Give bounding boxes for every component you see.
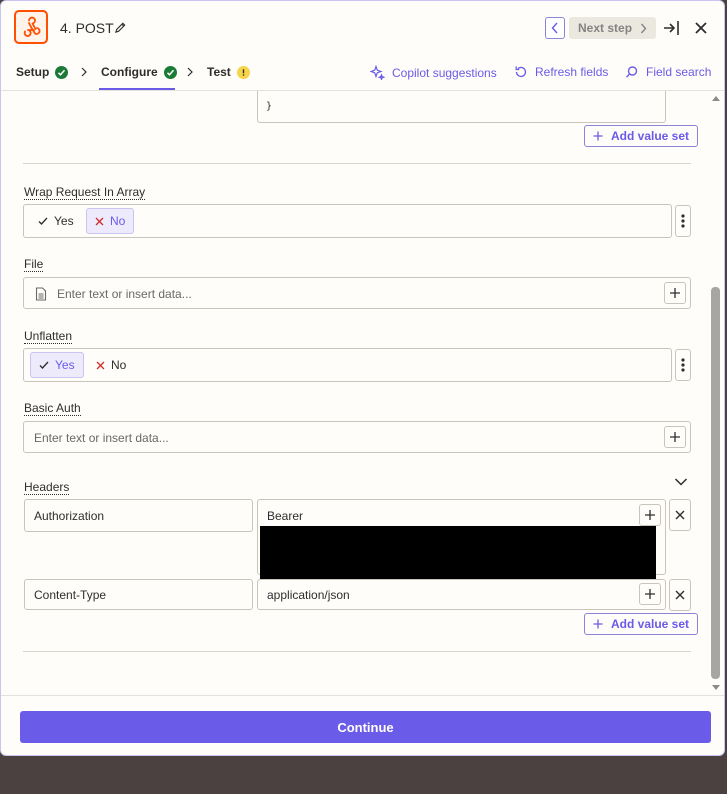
chevron-right-icon (640, 23, 647, 34)
x-icon (96, 361, 105, 369)
webhook-icon (23, 16, 41, 37)
tab-label: Configure (101, 65, 158, 79)
unflatten-more-options-button[interactable] (675, 349, 691, 381)
remove-header-button[interactable] (669, 499, 691, 531)
previous-step-button[interactable] (545, 17, 565, 39)
chevron-left-icon (551, 22, 558, 34)
webhook-app-logo (14, 10, 48, 44)
file-icon (35, 287, 47, 301)
tab-setup[interactable]: Setup (16, 65, 69, 79)
chevron-down-icon[interactable] (674, 477, 688, 487)
check-circle-icon (55, 65, 69, 79)
tab-label: Setup (16, 65, 50, 79)
section-divider (23, 163, 691, 164)
option-label: Yes (55, 358, 75, 372)
refresh-icon (515, 66, 527, 78)
header-value-insert-data-button[interactable] (639, 583, 661, 605)
header-key-value: Authorization (34, 509, 105, 523)
sparkle-icon (370, 65, 385, 80)
step-tabs: Setup Configure Test Copilot suggestions (1, 55, 724, 91)
add-value-set-label: Add value set (611, 129, 690, 143)
wrap-request-toggle-group: Yes No (23, 204, 672, 238)
remove-header-button[interactable] (669, 579, 691, 611)
refresh-fields-button[interactable]: Refresh fields (514, 65, 608, 79)
field-label: File (24, 257, 44, 272)
next-step-button[interactable]: Next step (569, 17, 656, 39)
field-label: Wrap Request In Array (24, 185, 146, 200)
add-value-set-button[interactable]: Add value set (584, 613, 699, 635)
close-icon (675, 590, 685, 600)
plus-icon (645, 589, 655, 599)
pencil-edit-icon[interactable] (114, 21, 127, 34)
warning-icon (236, 65, 250, 79)
unflatten-yes-option[interactable]: Yes (30, 352, 84, 378)
header-value-text: Bearer (267, 509, 304, 523)
add-value-set-button[interactable]: Add value set (584, 125, 699, 147)
panel-footer: Continue (1, 695, 724, 755)
header-key-value: Content-Type (34, 588, 107, 602)
file-insert-data-button[interactable] (664, 282, 686, 304)
plus-icon (670, 432, 680, 442)
close-icon[interactable] (693, 20, 709, 36)
continue-button[interactable]: Continue (20, 711, 711, 743)
chevron-right-icon (81, 67, 87, 77)
kebab-menu-icon (681, 358, 685, 372)
plus-icon (593, 131, 603, 141)
section-divider (23, 651, 691, 652)
check-icon (38, 217, 48, 225)
field-label: Basic Auth (24, 401, 81, 416)
check-icon (39, 361, 49, 369)
step-editor-panel: 4. POST Next step Setup Configure Test C… (0, 0, 725, 756)
unflatten-no-option[interactable]: No (88, 352, 134, 378)
header-value-text: application/json (267, 588, 350, 602)
wrap-more-options-button[interactable] (675, 205, 691, 237)
basic-auth-insert-data-button[interactable] (664, 426, 686, 448)
option-label: No (111, 358, 127, 372)
copilot-suggestions-button[interactable]: Copilot suggestions (370, 65, 497, 80)
dock-panel-icon[interactable] (662, 19, 680, 37)
basic-auth-input[interactable]: Enter text or insert data... (23, 421, 691, 453)
search-icon (625, 66, 638, 78)
header-key-input[interactable]: Content-Type (24, 579, 253, 610)
field-search-label: Field search (646, 65, 712, 79)
header-value-input[interactable]: Bearer (257, 499, 666, 581)
field-label: Headers (24, 480, 70, 495)
chevron-right-icon (187, 67, 193, 77)
refresh-label: Refresh fields (535, 65, 609, 79)
option-label: Yes (54, 214, 74, 228)
unflatten-toggle-group: Yes No (23, 348, 672, 382)
plus-icon (645, 510, 655, 520)
field-search-button[interactable]: Field search (625, 65, 711, 79)
tab-label: Test (207, 65, 231, 79)
copilot-label: Copilot suggestions (392, 65, 497, 80)
kebab-menu-icon (681, 214, 685, 228)
header-value-input[interactable]: application/json (257, 579, 666, 610)
wrap-no-option[interactable]: No (86, 208, 135, 234)
close-icon (675, 510, 685, 520)
add-value-set-label: Add value set (611, 617, 690, 631)
step-title: 4. POST (60, 20, 114, 36)
field-label: Unflatten (24, 329, 73, 344)
active-tab-indicator (99, 88, 175, 90)
panel-header: 4. POST Next step (1, 1, 724, 55)
code-closing-brace: } (266, 101, 273, 112)
form-content: } Add value set Wrap Request In Array Ye… (1, 91, 713, 695)
file-placeholder: Enter text or insert data... (57, 287, 192, 301)
tab-test[interactable]: Test (207, 65, 250, 79)
x-icon (95, 217, 104, 225)
tab-configure[interactable]: Configure (101, 65, 177, 79)
header-key-input[interactable]: Authorization (24, 499, 253, 532)
next-step-label: Next step (578, 21, 633, 35)
basic-auth-placeholder: Enter text or insert data... (34, 431, 169, 445)
check-circle-icon (163, 65, 177, 79)
option-label: No (110, 214, 126, 228)
redacted-token (260, 526, 656, 581)
file-input[interactable]: Enter text or insert data... (23, 277, 691, 309)
wrap-yes-option[interactable]: Yes (30, 208, 82, 234)
plus-icon (670, 288, 680, 298)
plus-icon (593, 619, 603, 629)
value-editor-box[interactable]: } (257, 91, 666, 123)
header-value-insert-data-button[interactable] (639, 504, 661, 526)
